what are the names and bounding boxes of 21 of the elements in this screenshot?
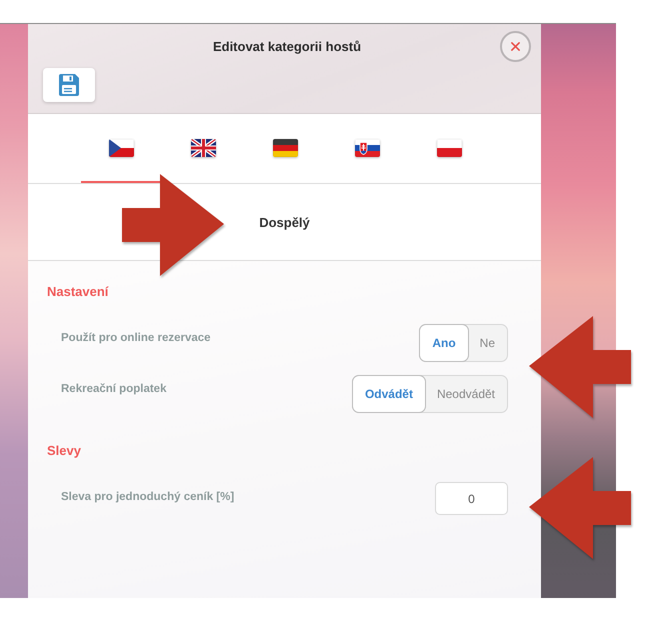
close-button[interactable] [500,31,531,62]
category-name: Dospělý [259,214,310,230]
toggle-option[interactable]: Neodvádět [424,376,507,412]
toggle-option[interactable]: Odvádět [352,376,425,412]
czech-flag-icon [109,139,134,157]
german-flag-icon [273,139,298,157]
setting-label: Rekreační poplatek [61,382,166,397]
save-button[interactable] [43,68,95,102]
polish-flag-icon [437,139,462,157]
british-flag-icon [191,139,216,157]
setting-label: Použít pro online rezervace [61,331,211,346]
slovak-flag-icon [355,139,380,157]
section-title: Slevy [47,442,82,460]
input-field[interactable]: 0 [435,482,508,515]
setting-label: Sleva pro jednoduchý ceník [%] [61,490,234,505]
dialog-title: Editovat kategorii hostů [212,39,362,54]
toggle-option[interactable]: Ano [420,325,468,361]
section-title: Nastavení [47,283,110,301]
toggle-option[interactable]: Ne [468,325,507,361]
save-icon [59,74,79,96]
close-icon [511,42,520,51]
